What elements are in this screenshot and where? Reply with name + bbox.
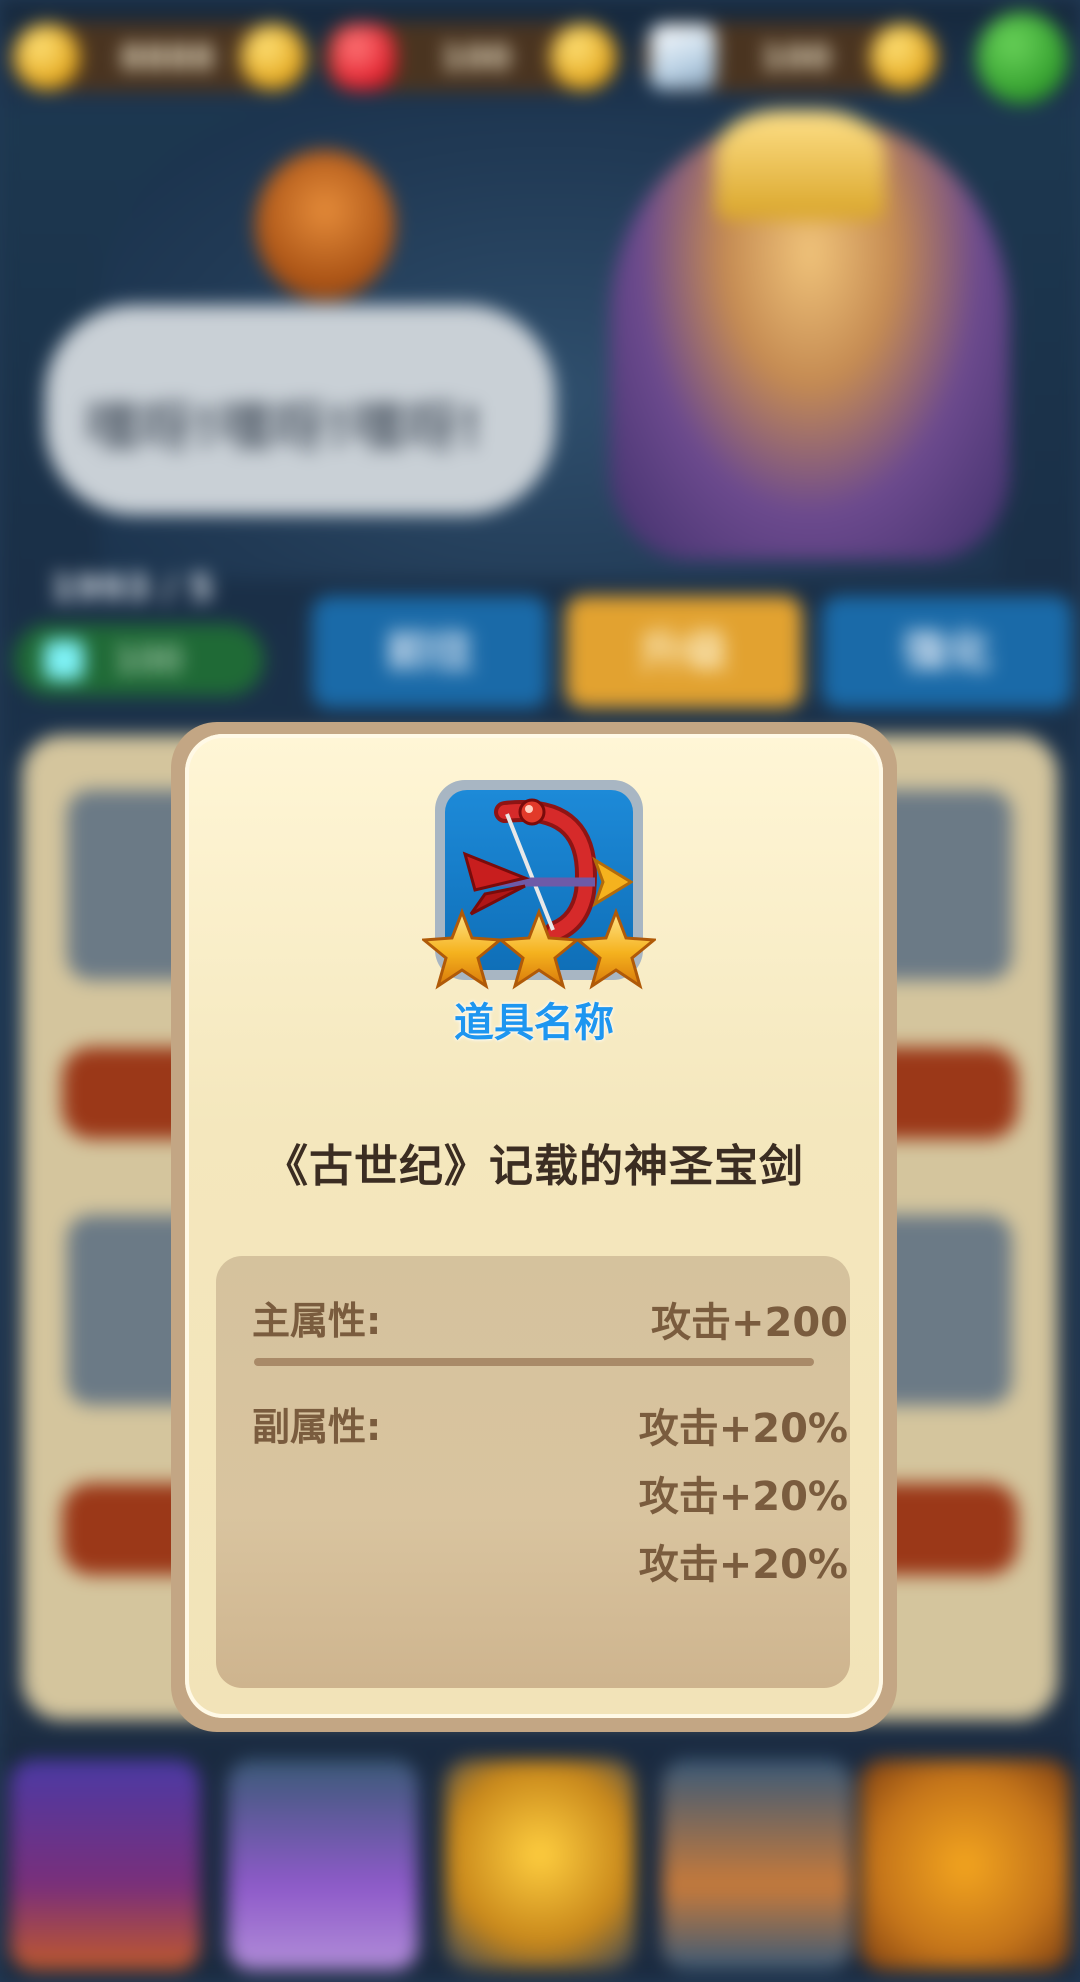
crystal-amount: 100 <box>760 38 831 78</box>
heart-icon <box>330 24 396 90</box>
crown-icon <box>715 110 885 220</box>
main-attribute-value: 攻击+200 <box>650 1300 848 1346</box>
bird-character <box>255 150 395 300</box>
tab-upgrade[interactable]: 升级 <box>566 596 802 708</box>
star-icon <box>574 908 656 990</box>
sub-attribute-label: 副属性: <box>252 1405 382 1449</box>
add-energy-icon[interactable] <box>550 24 616 90</box>
speech-bubble-text: 嘿呀!嘿呀!嘿呀! <box>85 396 483 459</box>
nav-treasure-icon[interactable] <box>860 1760 1070 1970</box>
gold-amount: 8888 <box>120 38 215 78</box>
sub-attribute-value: 攻击+20% <box>638 1406 848 1452</box>
energy-resource[interactable]: 100 <box>320 22 620 92</box>
energy-amount: 100 <box>440 38 511 78</box>
attribute-divider <box>254 1358 814 1366</box>
gem-count: 100 <box>114 640 183 681</box>
speech-bubble: 嘿呀!嘿呀!嘿呀! <box>45 305 555 515</box>
add-crystal-icon[interactable] <box>870 24 936 90</box>
add-gold-icon[interactable] <box>240 24 306 90</box>
gold-resource[interactable]: 8888 <box>10 22 310 92</box>
tab-enhance[interactable]: 强化 <box>822 596 1072 708</box>
nav-shop-icon[interactable] <box>228 1760 418 1970</box>
gold-coin-icon <box>14 24 80 90</box>
main-attribute-label: 主属性: <box>252 1299 382 1343</box>
item-name: 道具名称 <box>454 1000 614 1046</box>
sub-attribute-value: 攻击+20% <box>638 1542 848 1588</box>
sub-attribute-value: 攻击+20% <box>638 1474 848 1520</box>
level-progress-text: 1993 / 5 <box>50 568 214 609</box>
top-resource-bar: 8888 100 100 <box>0 0 1080 110</box>
nav-guild-icon[interactable] <box>662 1760 852 1970</box>
nav-battle-icon[interactable] <box>445 1760 635 1970</box>
crystal-resource[interactable]: 100 <box>640 22 940 92</box>
gem-icon <box>44 640 84 680</box>
star-icon <box>497 908 581 990</box>
nav-heroes-icon[interactable] <box>10 1760 200 1970</box>
menu-button[interactable] <box>976 12 1068 104</box>
star-icon <box>422 908 504 990</box>
gem-counter[interactable]: 100 <box>14 624 264 696</box>
item-description: 《古世纪》记载的神圣宝剑 <box>264 1141 804 1192</box>
crystal-icon <box>650 24 716 90</box>
tab-go[interactable]: 前往 <box>312 596 548 708</box>
star-rating <box>422 908 656 990</box>
